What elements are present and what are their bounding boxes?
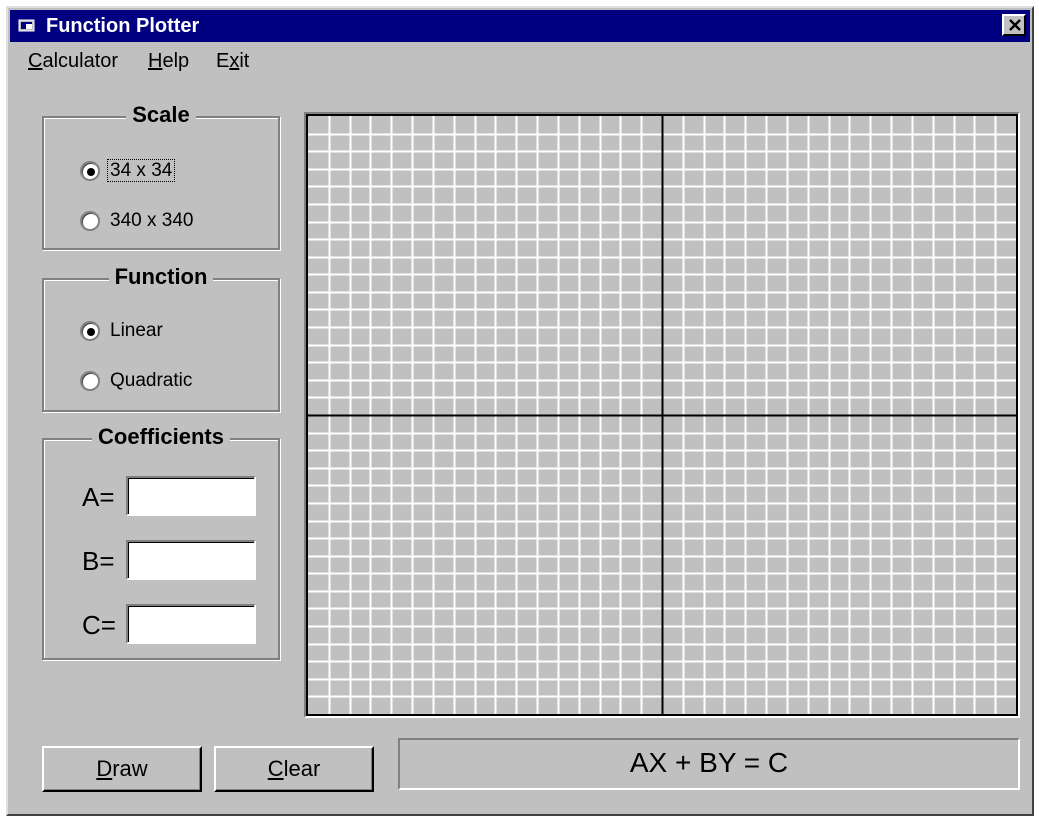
close-button[interactable]	[1002, 14, 1026, 36]
clear-button[interactable]: Clear	[214, 746, 374, 792]
menu-calculator[interactable]: Calculator	[28, 50, 118, 73]
radio-button[interactable]	[80, 321, 100, 341]
coefficient-b-label: B=	[82, 546, 115, 576]
function-plotter-window: Function Plotter Calculator Help Exit Sc…	[6, 6, 1034, 816]
menu-exit[interactable]: Exit	[216, 50, 249, 73]
function-group-title: Function	[44, 264, 278, 290]
radio-button[interactable]	[80, 161, 100, 181]
title-bar[interactable]: Function Plotter	[10, 10, 1030, 42]
menu-bar: Calculator Help Exit	[10, 44, 1030, 78]
window-title: Function Plotter	[46, 15, 200, 37]
radio-button[interactable]	[80, 211, 100, 231]
scale-option-340-label: 340 x 340	[110, 210, 194, 231]
function-option-quadratic-label: Quadratic	[110, 370, 193, 391]
coefficient-a-label: A=	[82, 482, 115, 512]
app-window-icon	[18, 19, 35, 32]
function-option-linear-label: Linear	[110, 320, 163, 341]
coefficients-group: Coefficients A= B= C=	[42, 424, 280, 660]
plot-frame	[304, 112, 1020, 718]
equation-display: AX + BY = C	[398, 738, 1020, 790]
coefficient-c-input[interactable]	[126, 604, 256, 644]
coefficient-c-label: C=	[82, 610, 116, 640]
draw-button[interactable]: Draw	[42, 746, 202, 792]
radio-button[interactable]	[80, 371, 100, 391]
close-icon	[1009, 19, 1021, 31]
plot-canvas[interactable]	[306, 114, 1018, 716]
function-group: Function Linear Quadratic	[42, 264, 280, 412]
scale-group-title: Scale	[44, 102, 278, 128]
plot-grid	[308, 116, 1016, 714]
coefficient-b-input[interactable]	[126, 540, 256, 580]
scale-group: Scale 34 x 34 340 x 340	[42, 102, 280, 250]
coefficients-group-title: Coefficients	[44, 424, 278, 450]
coefficient-a-input[interactable]	[126, 476, 256, 516]
menu-help[interactable]: Help	[148, 50, 189, 73]
scale-option-34-label: 34 x 34	[106, 159, 176, 182]
